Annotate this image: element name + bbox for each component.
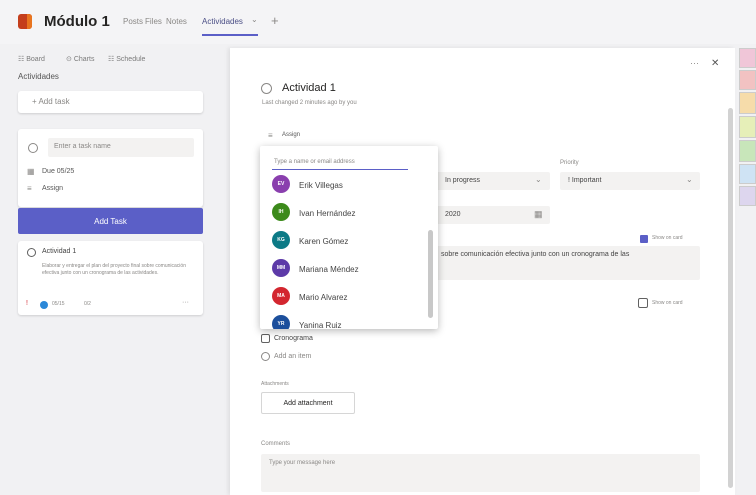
avatar: IH (272, 203, 290, 221)
bucket-strip (739, 164, 756, 184)
comment-input[interactable]: Type your message here (261, 454, 700, 492)
task-card-description: Elaborar y entregar el plan del proyecto… (42, 263, 186, 276)
person-option[interactable]: MM Mariana Méndez (272, 257, 422, 279)
app-header: Módulo 1 Posts Files Notes Actividades ⌄… (0, 0, 756, 44)
notes-textarea[interactable]: sobre comunicación efectiva junto con un… (435, 246, 700, 280)
avatar: YR (272, 315, 290, 329)
app-title: Módulo 1 (44, 13, 110, 30)
close-button[interactable]: ✕ (711, 58, 719, 69)
calendar-icon: ▦ (27, 167, 35, 176)
assign-icon: ≡ (27, 184, 32, 193)
avatar: MA (272, 287, 290, 305)
schedule-view-button[interactable]: ☷ Schedule (108, 55, 145, 63)
task-complete-circle-icon[interactable] (28, 143, 38, 153)
important-icon: ! (26, 300, 28, 307)
add-item-circle-icon (261, 352, 270, 361)
priority-select[interactable]: ! Important ⌄ (560, 172, 700, 190)
show-on-card-label: Show on card (652, 300, 683, 306)
task-card-due: 05/15 (52, 301, 65, 307)
assign-button[interactable]: Assign (42, 185, 63, 192)
checklist-item-checkbox[interactable] (261, 334, 270, 343)
task-card-checklist-count: 0/2 (84, 301, 91, 307)
add-task-submit-button[interactable]: Add Task (18, 208, 203, 234)
progress-select[interactable]: In progress ⌄ (435, 172, 550, 190)
priority-label: Priority (560, 160, 579, 166)
chevron-down-icon: ⌄ (686, 175, 693, 184)
add-item-input[interactable]: Add an item (274, 353, 311, 360)
tab-posts[interactable]: Posts (123, 17, 143, 26)
dropdown-scrollbar[interactable] (428, 230, 433, 318)
board-view-button[interactable]: ☷ Board (18, 55, 45, 63)
planner-logo-icon (18, 14, 32, 29)
bucket-strip (739, 116, 756, 138)
avatar: MM (272, 259, 290, 277)
charts-view-button[interactable]: ⊙ Charts (66, 55, 94, 63)
task-complete-circle-icon[interactable] (27, 248, 36, 257)
add-task-button[interactable]: + Add task (18, 91, 203, 113)
bucket-title: Actividades (18, 72, 59, 81)
add-attachment-button[interactable]: Add attachment (261, 392, 355, 414)
tab-files[interactable]: Files (145, 17, 162, 26)
bucket-strip (739, 48, 756, 68)
add-tab-button[interactable]: + (271, 13, 279, 28)
person-option[interactable]: IH Ivan Hernández (272, 201, 422, 223)
due-date-button[interactable]: Due 05/25 (42, 168, 74, 175)
task-card-title: Actividad 1 (42, 248, 77, 255)
bucket-strip (739, 92, 756, 114)
attachments-label: Attachments (261, 381, 289, 387)
person-option[interactable]: MA Mario Alvarez (272, 285, 422, 307)
tab-notes[interactable]: Notes (166, 17, 187, 26)
checklist-item[interactable]: Cronograma (274, 335, 313, 342)
active-tab-indicator (202, 34, 258, 36)
bucket-strip (739, 186, 756, 206)
assignee-avatar (40, 301, 48, 309)
show-on-card-label: Show on card (652, 235, 683, 241)
more-options-icon[interactable]: ··· (690, 58, 699, 68)
avatar: KG (272, 231, 290, 249)
bucket-strip (739, 70, 756, 90)
charts-icon: ⊙ (66, 56, 72, 63)
task-subtitle: Last changed 2 minutes ago by you (262, 100, 357, 106)
task-name-input[interactable]: Enter a task name (48, 138, 194, 157)
avatar: EV (272, 175, 290, 193)
task-card[interactable]: Actividad 1 Elaborar y entregar el plan … (18, 241, 203, 315)
due-date-input[interactable]: 2020 ▦ (435, 206, 550, 224)
task-complete-circle-icon[interactable] (261, 83, 272, 94)
show-on-card-checkbox[interactable] (638, 298, 648, 308)
assign-label[interactable]: Assign (282, 132, 300, 138)
bucket-strip (739, 140, 756, 162)
calendar-icon: ▦ (534, 209, 543, 219)
show-on-card-checkbox[interactable] (640, 235, 648, 243)
people-list: EV Erik Villegas IH Ivan Hernández KG Ka… (260, 173, 425, 329)
tab-actividades[interactable]: Actividades (202, 17, 243, 26)
board-icon: ☷ (18, 56, 25, 63)
new-task-form: Enter a task name ▦ Due 05/25 ≡ Assign (18, 129, 203, 207)
task-title[interactable]: Actividad 1 (282, 82, 336, 94)
schedule-icon: ☷ (108, 56, 115, 63)
tab-chevron-down-icon[interactable]: ⌄ (251, 15, 258, 24)
person-option[interactable]: YR Yanina Ruiz (272, 313, 422, 329)
panel-scrollbar[interactable] (728, 108, 733, 488)
comments-label: Comments (261, 441, 291, 447)
assign-dropdown: Type a name or email address EV Erik Vil… (260, 146, 438, 329)
person-option[interactable]: EV Erik Villegas (272, 173, 422, 195)
more-options-icon[interactable]: ··· (182, 299, 189, 306)
chevron-down-icon: ⌄ (535, 175, 542, 184)
assignee-search-input[interactable]: Type a name or email address (272, 156, 408, 170)
assign-icon: ≡ (268, 131, 273, 140)
person-option[interactable]: KG Karen Gómez (272, 229, 422, 251)
